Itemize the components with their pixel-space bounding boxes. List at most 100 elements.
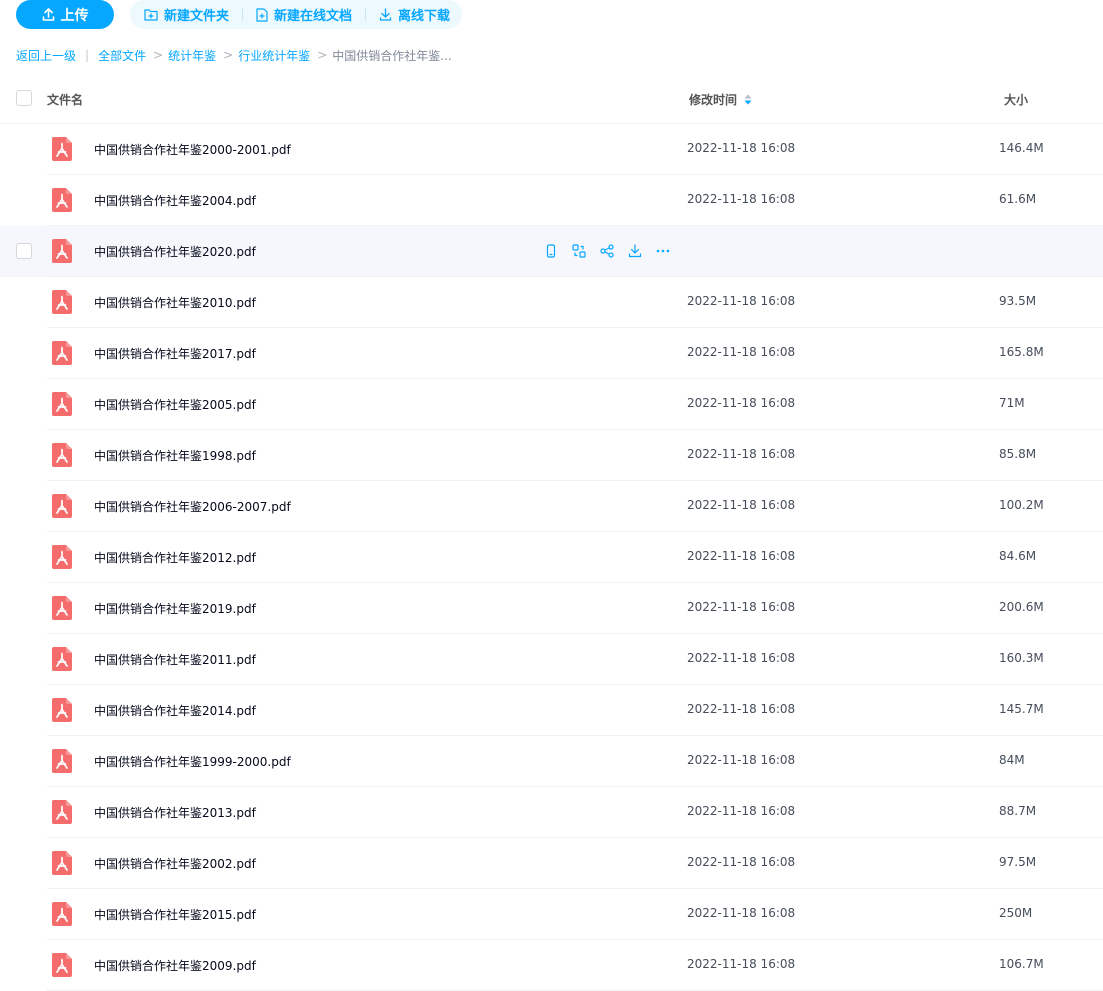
file-name[interactable]: 中国供销合作社年鉴2019.pdf: [94, 600, 256, 617]
file-name[interactable]: 中国供销合作社年鉴2002.pdf: [94, 855, 256, 872]
column-header-size: 大小: [1004, 93, 1029, 107]
file-row[interactable]: 中国供销合作社年鉴1999-2000.pdf 2022-11-18 16:08 84…: [0, 736, 1103, 787]
file-name[interactable]: 中国供销合作社年鉴2013.pdf: [94, 804, 256, 821]
upload-icon: [42, 8, 54, 21]
convert-icon[interactable]: [571, 243, 587, 259]
pdf-file-icon: [52, 392, 72, 416]
file-name[interactable]: 中国供销合作社年鉴2009.pdf: [94, 957, 256, 974]
divider: [242, 8, 244, 21]
file-name[interactable]: 中国供销合作社年鉴2020.pdf: [94, 243, 256, 260]
breadcrumb-statistics-yearbook[interactable]: 统计年鉴: [168, 47, 216, 64]
file-row[interactable]: 中国供销合作社年鉴2014.pdf 2022-11-18 16:08 145.7M: [0, 685, 1103, 736]
file-row[interactable]: 中国供销合作社年鉴2005.pdf 2022-11-18 16:08 71M: [0, 379, 1103, 430]
file-size: 100.2M: [999, 498, 1044, 512]
pdf-file-icon: [52, 443, 72, 467]
download-icon[interactable]: [627, 243, 643, 259]
column-header-modified[interactable]: 修改时间: [689, 91, 752, 108]
file-size: 88.7M: [999, 804, 1037, 818]
file-name[interactable]: 中国供销合作社年鉴2015.pdf: [94, 906, 256, 923]
file-name[interactable]: 中国供销合作社年鉴2011.pdf: [94, 651, 256, 668]
file-modified-time: 2022-11-18 16:08: [687, 294, 796, 308]
select-all-checkbox[interactable]: [16, 90, 32, 106]
file-modified-time: 2022-11-18 16:08: [687, 345, 796, 359]
offline-download-button[interactable]: 离线下载: [379, 5, 450, 24]
row-actions: [543, 243, 683, 259]
pdf-file-icon: [52, 137, 72, 161]
file-size: 93.5M: [999, 294, 1037, 308]
mobile-icon[interactable]: [543, 243, 559, 259]
file-modified-time: 2022-11-18 16:08: [687, 447, 796, 461]
file-name[interactable]: 中国供销合作社年鉴2000-2001.pdf: [94, 141, 291, 158]
pdf-file-icon: [52, 188, 72, 212]
file-name[interactable]: 中国供销合作社年鉴2012.pdf: [94, 549, 256, 566]
pdf-file-icon: [52, 341, 72, 365]
breadcrumb: 返回上一级 | 全部文件 > 统计年鉴 > 行业统计年鉴 > 中国供销合作社年鉴…: [16, 46, 452, 64]
back-link[interactable]: 返回上一级: [16, 47, 76, 64]
file-row[interactable]: 中国供销合作社年鉴2006-2007.pdf 2022-11-18 16:08 10…: [0, 481, 1103, 532]
file-name[interactable]: 中国供销合作社年鉴2017.pdf: [94, 345, 256, 362]
new-folder-button[interactable]: 新建文件夹: [144, 5, 229, 24]
file-modified-time: 2022-11-18 16:08: [687, 549, 796, 563]
file-name[interactable]: 中国供销合作社年鉴1998.pdf: [94, 447, 256, 464]
file-size: 165.8M: [999, 345, 1044, 359]
pdf-file-icon: [52, 800, 72, 824]
file-modified-time: 2022-11-18 16:08: [687, 804, 796, 818]
pdf-file-icon: [52, 698, 72, 722]
offline-download-label: 离线下载: [398, 9, 451, 24]
pdf-file-icon: [52, 953, 72, 977]
file-name[interactable]: 中国供销合作社年鉴2005.pdf: [94, 396, 256, 413]
file-modified-time: 2022-11-18 16:08: [687, 906, 796, 920]
file-name[interactable]: 中国供销合作社年鉴2004.pdf: [94, 192, 256, 209]
download-icon: [379, 8, 392, 21]
breadcrumb-current: 中国供销合作社年鉴...: [332, 48, 452, 63]
file-size: 145.7M: [999, 702, 1044, 716]
file-row[interactable]: 中国供销合作社年鉴2019.pdf 2022-11-18 16:08 200.6M: [0, 583, 1103, 634]
file-modified-time: 2022-11-18 16:08: [687, 702, 796, 716]
more-icon[interactable]: [655, 243, 671, 259]
file-row[interactable]: 中国供销合作社年鉴2013.pdf 2022-11-18 16:08 88.7M: [0, 787, 1103, 838]
new-folder-icon: [144, 9, 158, 21]
file-row[interactable]: 中国供销合作社年鉴2020.pdf: [0, 226, 1103, 277]
pdf-file-icon: [52, 749, 72, 773]
file-row[interactable]: 中国供销合作社年鉴2002.pdf 2022-11-18 16:08 97.5M: [0, 838, 1103, 889]
breadcrumb-industry-yearbook[interactable]: 行业统计年鉴: [238, 47, 310, 64]
file-modified-time: 2022-11-18 16:08: [687, 855, 796, 869]
pdf-file-icon: [52, 545, 72, 569]
new-folder-label: 新建文件夹: [164, 9, 230, 24]
file-size: 97.5M: [999, 855, 1037, 869]
file-size: 160.3M: [999, 651, 1044, 665]
file-row[interactable]: 中国供销合作社年鉴2011.pdf 2022-11-18 16:08 160.3M: [0, 634, 1103, 685]
file-row[interactable]: 中国供销合作社年鉴2015.pdf 2022-11-18 16:08 250M: [0, 889, 1103, 940]
new-online-doc-label: 新建在线文档: [274, 9, 353, 24]
column-header-modified-label: 修改时间: [689, 93, 738, 107]
file-row[interactable]: 中国供销合作社年鉴1998.pdf 2022-11-18 16:08 85.8M: [0, 430, 1103, 481]
file-name[interactable]: 中国供销合作社年鉴2006-2007.pdf: [94, 498, 291, 515]
file-size: 106.7M: [999, 957, 1044, 971]
table-header: 文件名 修改时间 大小: [0, 74, 1103, 124]
file-modified-time: 2022-11-18 16:08: [687, 192, 796, 206]
file-size: 200.6M: [999, 600, 1044, 614]
row-checkbox[interactable]: [16, 243, 32, 259]
pdf-file-icon: [52, 851, 72, 875]
sort-icon[interactable]: [744, 94, 752, 105]
pdf-file-icon: [52, 239, 72, 263]
file-list: 中国供销合作社年鉴2000-2001.pdf 2022-11-18 16:08 14…: [0, 124, 1103, 991]
divider: [365, 8, 367, 21]
file-row[interactable]: 中国供销合作社年鉴2010.pdf 2022-11-18 16:08 93.5M: [0, 277, 1103, 328]
action-button-group: 新建文件夹 新建在线文档 离线下载: [130, 0, 463, 29]
toolbar: 上传 新建文件夹 新建在线文档 离线下载: [16, 0, 463, 29]
file-modified-time: 2022-11-18 16:08: [687, 498, 796, 512]
file-row[interactable]: 中国供销合作社年鉴2004.pdf 2022-11-18 16:08 61.6M: [0, 175, 1103, 226]
share-icon[interactable]: [599, 243, 615, 259]
file-row[interactable]: 中国供销合作社年鉴2000-2001.pdf 2022-11-18 16:08 14…: [0, 124, 1103, 175]
file-row[interactable]: 中国供销合作社年鉴2017.pdf 2022-11-18 16:08 165.8M: [0, 328, 1103, 379]
file-name[interactable]: 中国供销合作社年鉴2010.pdf: [94, 294, 256, 311]
upload-button[interactable]: 上传: [16, 0, 114, 29]
new-online-doc-button[interactable]: 新建在线文档: [256, 5, 352, 24]
file-row[interactable]: 中国供销合作社年鉴2012.pdf 2022-11-18 16:08 84.6M: [0, 532, 1103, 583]
file-row[interactable]: 中国供销合作社年鉴2009.pdf 2022-11-18 16:08 106.7M: [0, 940, 1103, 991]
file-name[interactable]: 中国供销合作社年鉴2014.pdf: [94, 702, 256, 719]
file-modified-time: 2022-11-18 16:08: [687, 600, 796, 614]
breadcrumb-all-files[interactable]: 全部文件: [98, 47, 146, 64]
file-name[interactable]: 中国供销合作社年鉴1999-2000.pdf: [94, 753, 291, 770]
